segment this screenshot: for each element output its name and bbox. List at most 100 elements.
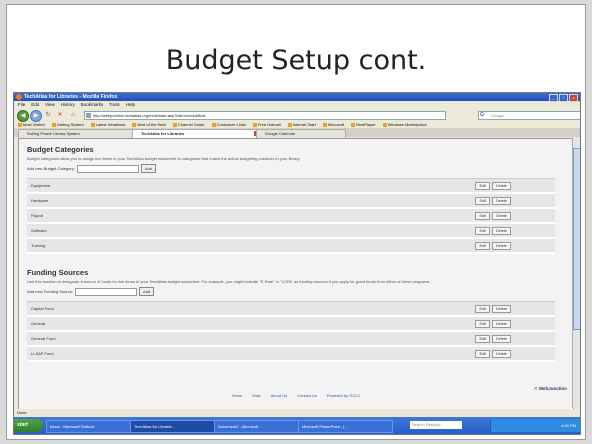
budget-categories-description: Budget categories allow you to assign li… <box>27 156 301 161</box>
add-budget-category-button[interactable]: Add <box>140 164 156 173</box>
webjunction-icon: ✕ <box>533 386 538 391</box>
bookmark-icon <box>172 122 177 127</box>
footer-link-help[interactable]: Help <box>252 393 260 398</box>
menu-history[interactable]: History <box>61 101 75 108</box>
bookmark-icon <box>382 122 387 127</box>
bookmark-item[interactable]: Microsoft <box>322 121 344 128</box>
edit-button[interactable]: Edit <box>475 305 491 313</box>
slide-title: Budget Setup cont. <box>165 45 427 76</box>
clock: 4:00 PM <box>561 423 576 428</box>
bookmark-item[interactable]: Most Visited <box>18 121 45 128</box>
add-budget-category-label: Add new Budget Category: <box>27 166 75 171</box>
taskbar-item-outlook[interactable]: Inbox - Microsoft Outlook <box>46 420 131 433</box>
taskbar-item-word[interactable]: Document1 - Microsoft ... <box>214 420 299 433</box>
delete-button[interactable]: Delete <box>492 227 511 235</box>
edit-button[interactable]: Edit <box>475 335 491 343</box>
table-row: Equipment Edit Delete <box>27 179 555 194</box>
table-row: Hardware Edit Delete <box>27 194 555 209</box>
footer-link-oclc[interactable]: Powered by OCLC <box>327 393 360 398</box>
taskbar-item-firefox[interactable]: TechAtlas for Librarie... <box>130 420 215 433</box>
bookmark-item[interactable]: Windows Marketplace <box>382 121 427 128</box>
delete-button[interactable]: Delete <box>492 305 511 313</box>
menu-bookmarks[interactable]: Bookmarks <box>81 101 104 108</box>
bookmark-icon <box>252 122 257 127</box>
site-icon <box>86 113 91 118</box>
google-icon: G <box>480 112 484 118</box>
delete-button[interactable]: Delete <box>492 320 511 328</box>
add-budget-category-row: Add new Budget Category: Add <box>27 164 555 173</box>
bookmark-icon <box>132 122 137 127</box>
funding-sources-description: Use this function to designate a source … <box>27 279 431 284</box>
slide: Budget Setup cont. TechAtlas for Librari… <box>6 4 586 440</box>
delete-button[interactable]: Delete <box>492 197 511 205</box>
edit-button[interactable]: Edit <box>475 212 491 220</box>
table-row: Software Edit Delete <box>27 224 555 239</box>
edit-button[interactable]: Edit <box>475 320 491 328</box>
bookmark-icon <box>322 122 327 127</box>
table-row: LLSAP Fund Edit Delete <box>27 347 555 362</box>
desktop-search-input[interactable]: Search Desktop <box>410 421 462 429</box>
bookmark-item[interactable]: Internet Start <box>287 121 316 128</box>
table-row: Payroll Edit Delete <box>27 209 555 224</box>
bookmark-item[interactable]: Customize Links <box>211 121 246 128</box>
menu-help[interactable]: Help <box>126 101 135 108</box>
bookmark-item[interactable]: Free Hotmail <box>252 121 281 128</box>
footer-link-home[interactable]: Home <box>232 393 243 398</box>
tab-rolling-prairie[interactable]: Rolling Prairie Library System <box>18 129 138 138</box>
window-title: TechAtlas for Libraries - Mozilla Firefo… <box>24 94 118 100</box>
browser-screenshot: TechAtlas for Libraries - Mozilla Firefo… <box>13 92 581 435</box>
bookmark-item[interactable]: RealPlayer <box>351 121 376 128</box>
funding-sources-heading: Funding Sources <box>27 268 89 277</box>
delete-button[interactable]: Delete <box>492 335 511 343</box>
url-bar[interactable]: http://webjunction.techatlas.org/tools/s… <box>84 111 446 120</box>
scrollbar-thumb[interactable] <box>573 148 580 330</box>
menu-file[interactable]: File <box>18 101 25 108</box>
navigation-toolbar: ◀ ▶ ↻ ✕ ⌂ http://webjunction.techatlas.o… <box>14 108 580 122</box>
home-icon[interactable]: ⌂ <box>69 111 77 119</box>
funding-source-list: Capital Fund Edit Delete General Edit Delete… <box>27 301 555 362</box>
stop-icon[interactable]: ✕ <box>56 111 64 119</box>
delete-button[interactable]: Delete <box>492 242 511 250</box>
bookmark-item[interactable]: Getting Started <box>51 121 84 128</box>
delete-button[interactable]: Delete <box>492 212 511 220</box>
menu-bar: File Edit View History Bookmarks Tools H… <box>14 101 580 108</box>
page-scrollbar[interactable] <box>572 138 580 408</box>
edit-button[interactable]: Edit <box>475 182 491 190</box>
bookmark-icon <box>90 122 95 127</box>
start-button[interactable]: start <box>14 419 43 432</box>
bookmark-item[interactable]: Latest Headlines <box>90 121 125 128</box>
funding-source-input[interactable] <box>75 287 138 296</box>
budget-category-list: Equipment Edit Delete Hardware Edit Delete P… <box>27 178 555 254</box>
delete-button[interactable]: Delete <box>492 350 511 358</box>
table-row: General Fund Edit Delete <box>27 332 555 347</box>
bookmark-icon <box>211 122 216 127</box>
menu-tools[interactable]: Tools <box>109 101 120 108</box>
table-row: Training Edit Delete <box>27 239 555 254</box>
edit-button[interactable]: Edit <box>475 227 491 235</box>
bookmark-item[interactable]: Channel Guide <box>172 121 205 128</box>
url-text: http://webjunction.techatlas.org/tools/s… <box>93 113 206 118</box>
delete-button[interactable]: Delete <box>492 182 511 190</box>
footer-link-about[interactable]: About Us <box>271 393 287 398</box>
bookmark-item[interactable]: Best of the Web <box>132 121 166 128</box>
search-box[interactable]: G Google <box>478 111 580 120</box>
menu-edit[interactable]: Edit <box>31 101 39 108</box>
edit-button[interactable]: Edit <box>475 197 491 205</box>
page-footer: Home Help About Us Contact Us Powered by… <box>19 393 573 398</box>
bookmark-icon <box>287 122 292 127</box>
budget-categories-heading: Budget Categories <box>27 145 94 154</box>
footer-link-contact[interactable]: Contact Us <box>297 393 317 398</box>
add-funding-source-label: Add new Funding Source: <box>27 289 74 294</box>
windows-taskbar: start Inbox - Microsoft Outlook TechAtla… <box>14 417 580 434</box>
tab-techatlas[interactable]: TechAtlas for Libraries <box>132 129 262 138</box>
tab-google-calendar[interactable]: Google Calendar <box>256 129 346 138</box>
table-row: Capital Fund Edit Delete <box>27 302 555 317</box>
search-placeholder: Google <box>491 113 504 118</box>
menu-view[interactable]: View <box>45 101 55 108</box>
edit-button[interactable]: Edit <box>475 350 491 358</box>
reload-icon[interactable]: ↻ <box>44 111 52 119</box>
taskbar-item-powerpoint[interactable]: Microsoft PowerPoint - [... <box>298 420 393 433</box>
edit-button[interactable]: Edit <box>475 242 491 250</box>
budget-category-input[interactable] <box>76 164 139 173</box>
add-funding-source-button[interactable]: Add <box>139 287 155 296</box>
